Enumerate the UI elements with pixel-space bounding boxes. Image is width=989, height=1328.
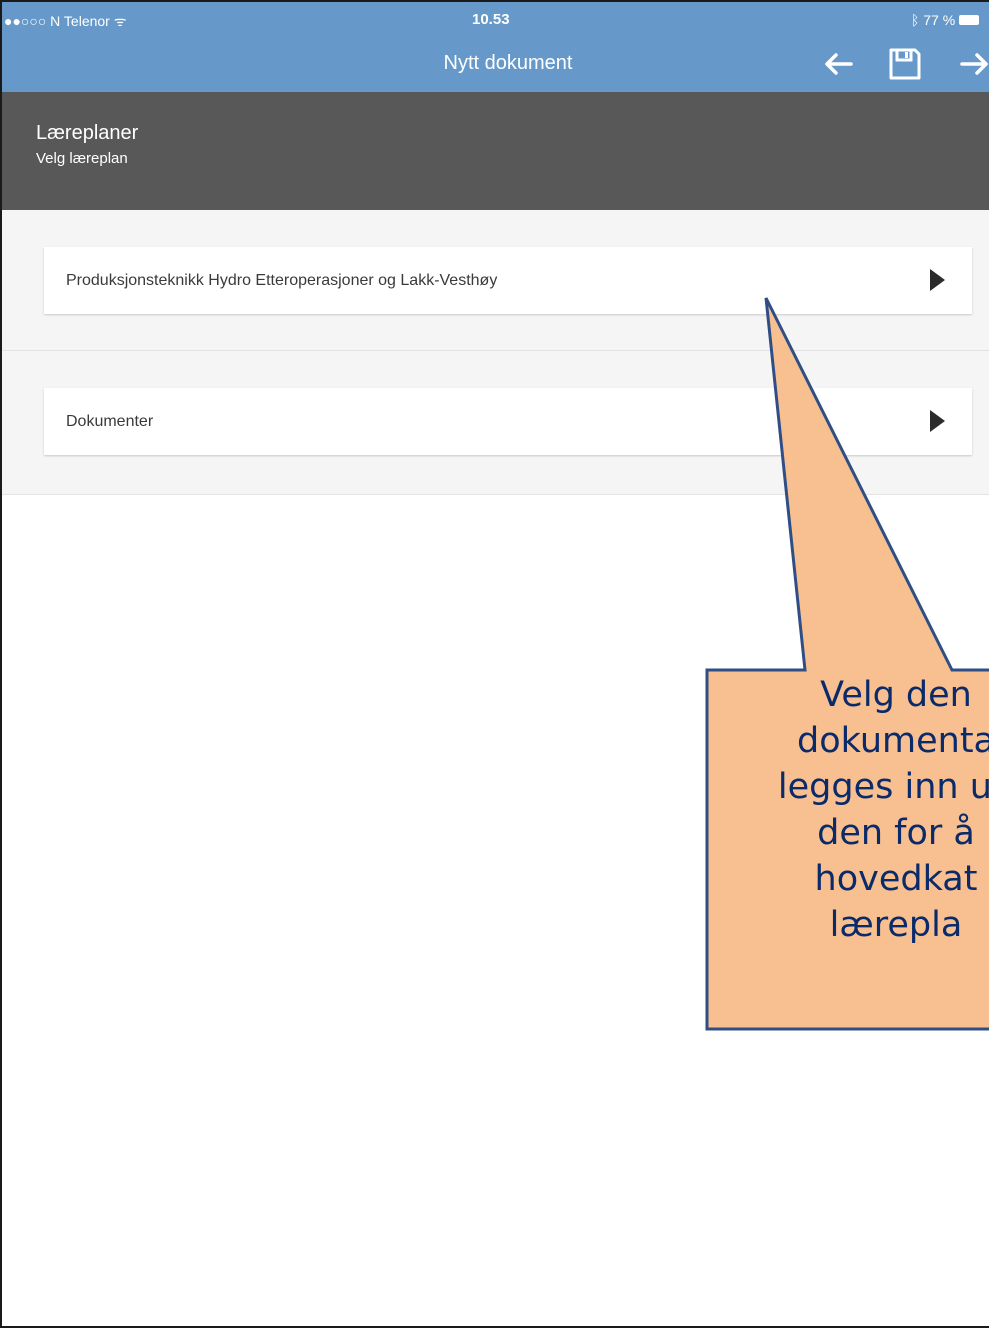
list-item-label: Dokumenter (66, 413, 154, 430)
nav-bar: Nytt dokument (2, 36, 989, 92)
save-button[interactable] (887, 48, 923, 80)
carrier-label: ●●○○○ N Telenor ᯤ (4, 13, 127, 29)
callout-line: legges inn un (777, 767, 989, 807)
callout-text: Velg den dokumenta legges inn un den for… (710, 672, 989, 948)
app-screen: ●●○○○ N Telenor ᯤ 10.53 ᛒ 77 % Nytt doku… (0, 0, 989, 1328)
forward-button[interactable] (957, 48, 989, 80)
list-item-laereplan[interactable]: Produksjonsteknikk Hydro Etteroperasjone… (44, 247, 972, 314)
callout-line: dokumenta (797, 721, 989, 761)
clock: 10.53 (472, 11, 510, 28)
list-container: Produksjonsteknikk Hydro Etteroperasjone… (2, 210, 989, 495)
section-header: Læreplaner Velg læreplan (2, 92, 989, 210)
callout-line: hovedkat (814, 859, 978, 899)
list-item-label: Produksjonsteknikk Hydro Etteroperasjone… (66, 272, 498, 289)
chevron-right-icon (930, 269, 945, 291)
divider (2, 350, 989, 351)
arrow-right-icon (960, 53, 988, 75)
callout-line: Velg den (820, 675, 972, 715)
battery-indicator: ᛒ 77 % (911, 12, 980, 28)
section-title: Læreplaner (36, 122, 139, 144)
callout-line: lærepla (829, 905, 963, 945)
chevron-right-icon (930, 410, 945, 432)
status-bar: ●●○○○ N Telenor ᯤ 10.53 ᛒ 77 % (2, 2, 989, 36)
floppy-disk-icon (889, 48, 921, 80)
list-item-dokumenter[interactable]: Dokumenter (44, 388, 972, 455)
section-subtitle: Velg læreplan (36, 150, 128, 167)
arrow-left-icon (825, 53, 853, 75)
battery-label: ᛒ 77 % (911, 12, 956, 28)
back-button[interactable] (820, 48, 856, 80)
callout-line: den for å (817, 813, 975, 853)
battery-icon (959, 15, 980, 25)
